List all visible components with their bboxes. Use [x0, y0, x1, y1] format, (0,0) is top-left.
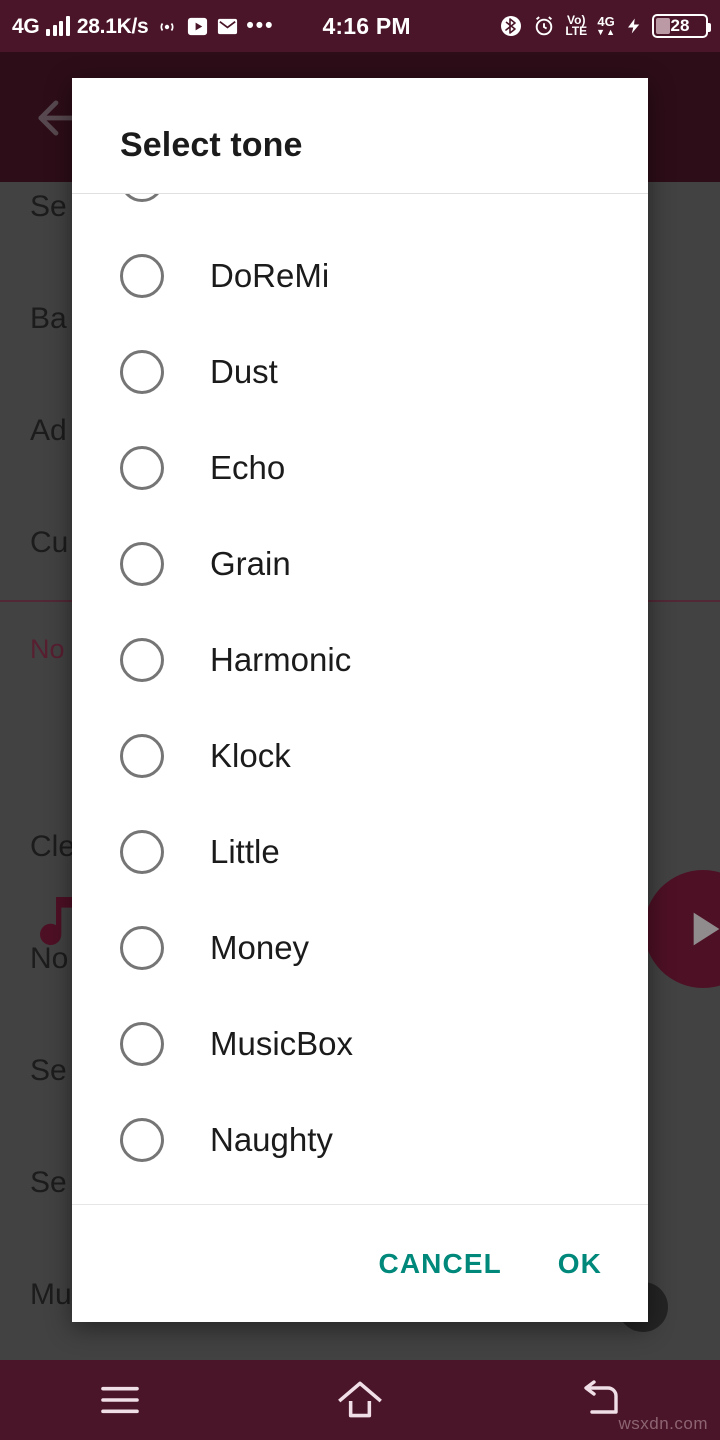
home-icon[interactable] [240, 1360, 480, 1440]
tone-label: Dodo [210, 194, 289, 199]
tone-label: Klock [210, 737, 291, 774]
network-type-label: 4G [12, 14, 40, 38]
radio-button[interactable] [120, 1118, 164, 1162]
radio-button[interactable] [120, 194, 164, 202]
radio-button[interactable] [120, 1022, 164, 1066]
tone-row[interactable]: Echo [72, 420, 648, 516]
tone-label: Dust [210, 353, 278, 390]
tone-row[interactable]: Little [72, 804, 648, 900]
cancel-button[interactable]: CANCEL [379, 1248, 502, 1280]
radio-button[interactable] [120, 254, 164, 298]
select-tone-dialog: Select tone Dodo DoReMi Dust Echo Grain Harmo… [72, 78, 648, 1322]
signal-bars-icon [46, 16, 70, 36]
tone-row[interactable]: Dust [72, 324, 648, 420]
watermark: wsxdn.com [618, 1414, 708, 1433]
tone-label: MusicBox [210, 1025, 354, 1062]
radio-button[interactable] [120, 926, 164, 970]
radio-button[interactable] [120, 350, 164, 394]
dialog-title: Select tone [120, 126, 303, 164]
tone-row[interactable]: MusicBox [72, 996, 648, 1092]
tone-row[interactable]: Grain [72, 516, 648, 612]
hotspot-icon [155, 14, 179, 38]
battery-percent-label: 28 [670, 16, 690, 35]
tone-label: Harmonic [210, 641, 352, 678]
status-bar: 4G 28.1K/s ••• 4:16 PM Vo) LTE 4G ▼▲ 28 [0, 0, 720, 52]
tone-row[interactable]: DoReMi [72, 228, 648, 324]
tone-label: Little [210, 833, 280, 870]
play-store-icon [186, 15, 209, 38]
tone-label: Naughty [210, 1121, 333, 1158]
dialog-actions: CANCEL OK [72, 1204, 648, 1322]
volte-icon: Vo) LTE [565, 12, 588, 38]
tone-row[interactable]: Dodo [72, 194, 648, 228]
tone-row[interactable]: Harmonic [72, 612, 648, 708]
menu-icon[interactable] [0, 1360, 240, 1440]
battery-icon: 28 [652, 14, 711, 38]
navigation-bar [0, 1360, 720, 1440]
radio-button[interactable] [120, 638, 164, 682]
radio-button[interactable] [120, 446, 164, 490]
tone-label: Echo [210, 449, 286, 486]
tone-list[interactable]: Dodo DoReMi Dust Echo Grain Harmonic Klock Litt… [72, 193, 648, 1204]
clock-label: 4:16 PM [322, 12, 411, 39]
alarm-icon [532, 14, 556, 38]
tone-row[interactable]: Klock [72, 708, 648, 804]
radio-button[interactable] [120, 830, 164, 874]
ok-button[interactable]: OK [558, 1248, 602, 1280]
tone-row[interactable]: Money [72, 900, 648, 996]
tone-list-inner: Dodo DoReMi Dust Echo Grain Harmonic Klock Litt… [72, 194, 648, 1188]
tone-label: DoReMi [210, 257, 330, 294]
tone-label: Money [210, 929, 310, 966]
tone-row[interactable]: Naughty [72, 1092, 648, 1188]
tone-label: Grain [210, 545, 291, 582]
data-rate-label: 28.1K/s [76, 14, 149, 38]
data-4g-icon: 4G ▼▲ [596, 13, 616, 37]
phone-screen: Se Ba Ad Cu No Cle No Se Se Mu 4G 28.1K/… [0, 0, 720, 1440]
overflow-icon: ••• [246, 13, 275, 37]
bluetooth-icon [499, 14, 523, 38]
charging-bolt-icon [625, 14, 643, 38]
radio-button[interactable] [120, 542, 164, 586]
mail-icon [216, 15, 239, 38]
radio-button[interactable] [120, 734, 164, 778]
